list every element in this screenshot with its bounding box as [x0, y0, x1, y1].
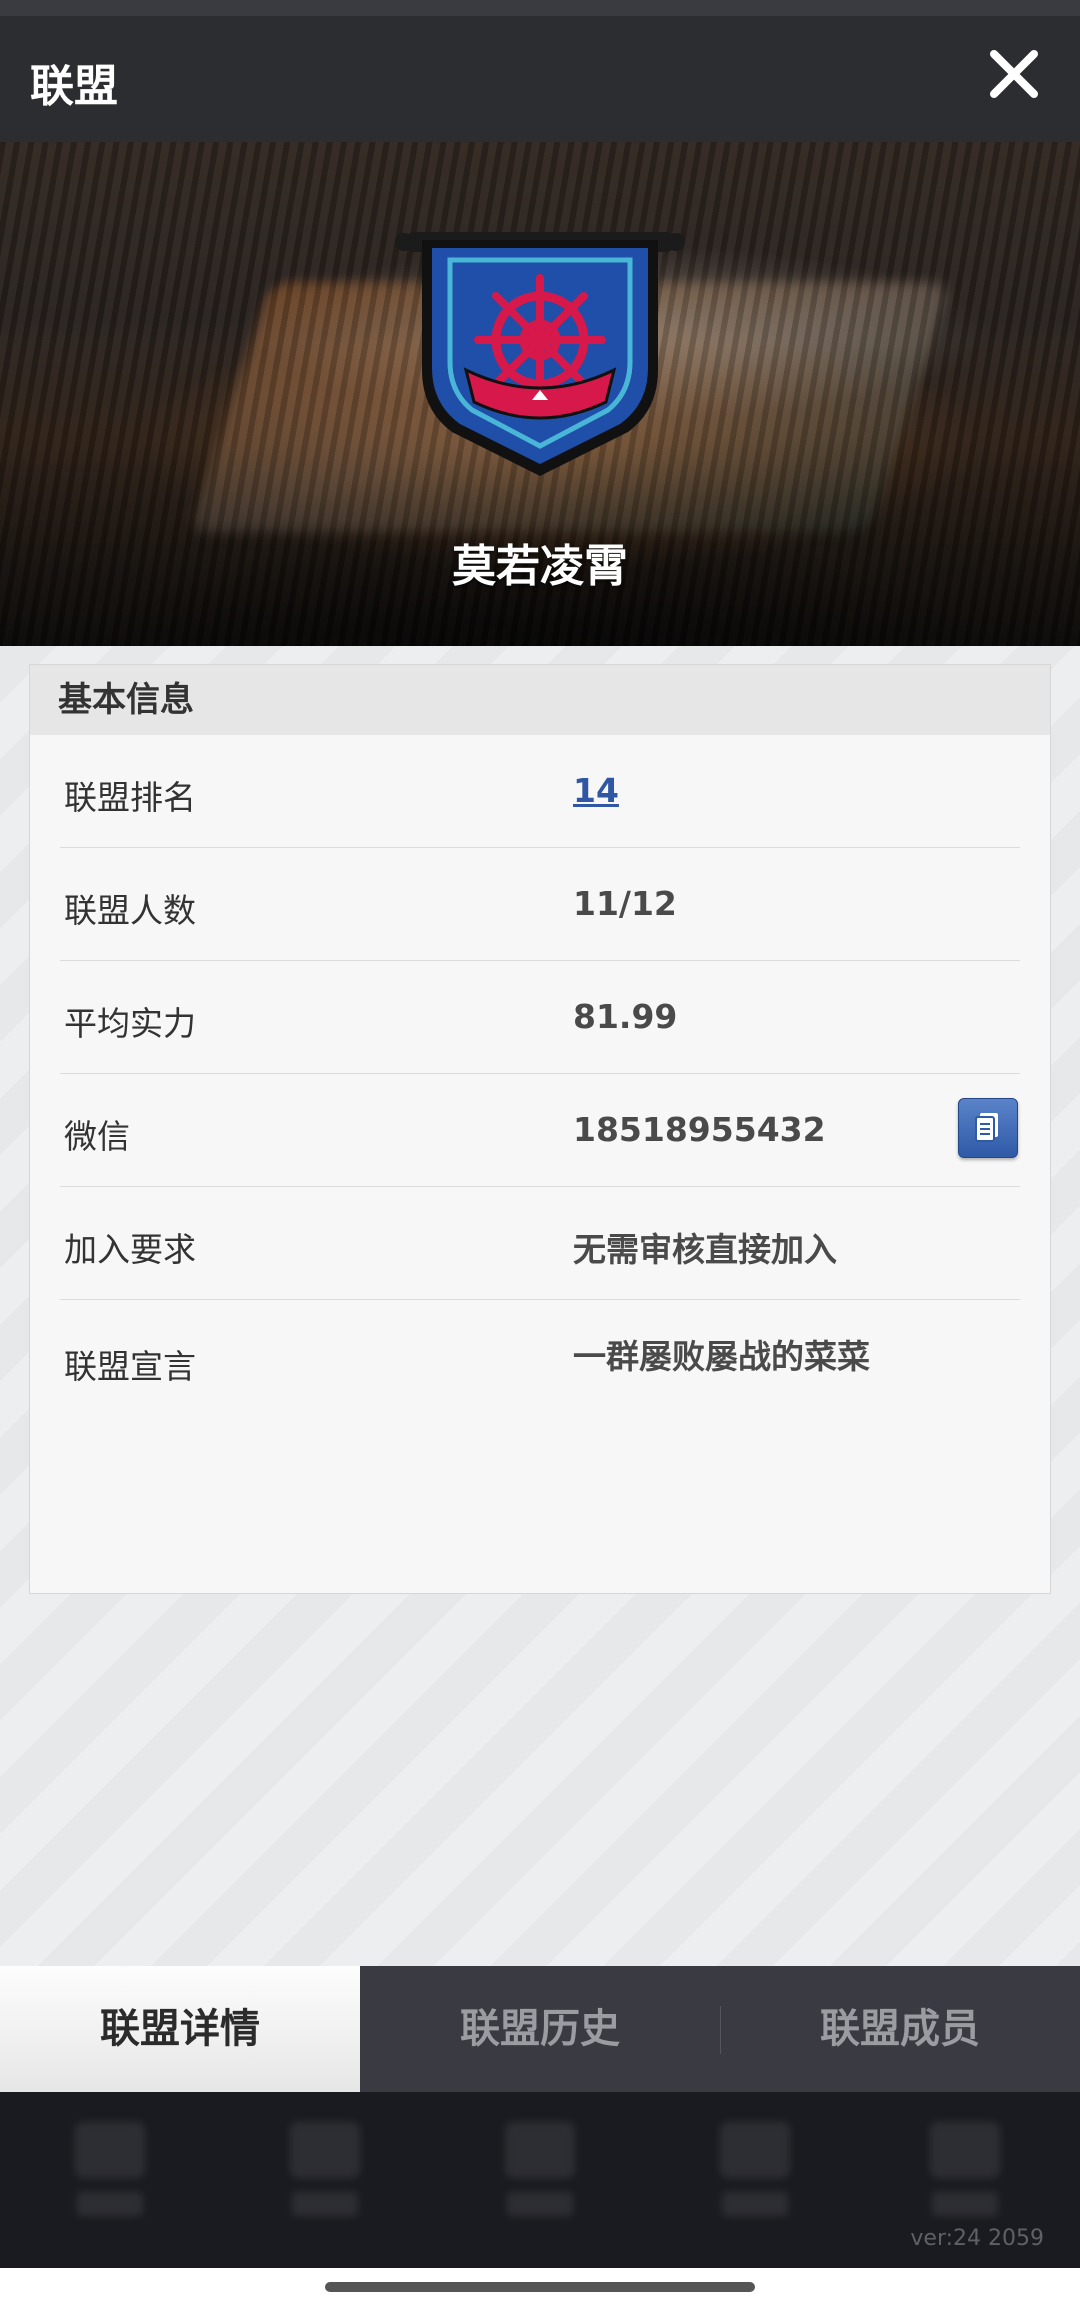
nav-ghost-5	[925, 2122, 1005, 2222]
info-row-power: 平均实力 81.99	[60, 961, 1020, 1074]
members-value: 11/12	[573, 884, 677, 923]
system-home-area	[0, 2268, 1080, 2312]
card-title: 基本信息	[30, 665, 1050, 735]
join-requirement-value: 无需审核直接加入	[573, 1230, 837, 1269]
alliance-name: 莫若凌霄	[452, 541, 628, 592]
info-row-members: 联盟人数 11/12	[60, 848, 1020, 961]
page-title: 联盟	[30, 61, 118, 112]
declaration-label: 联盟宣言	[64, 1347, 196, 1386]
rank-link[interactable]: 14	[573, 771, 619, 810]
copy-button[interactable]	[958, 1098, 1018, 1158]
nav-ghost-3	[500, 2122, 580, 2222]
members-label: 联盟人数	[64, 891, 196, 930]
bottom-nav-obscured: ver:24 2059	[0, 2092, 1080, 2268]
declaration-value: 一群屡败屡战的菜菜	[573, 1337, 870, 1376]
wechat-label: 微信	[64, 1117, 130, 1156]
version-label: ver:24 2059	[910, 2226, 1044, 2251]
info-row-declaration: 联盟宣言 一群屡败屡战的菜菜	[60, 1300, 1020, 1412]
status-bar	[0, 0, 1080, 16]
power-label: 平均实力	[64, 1004, 196, 1043]
tab-bar: 联盟详情 联盟历史 联盟成员	[0, 1966, 1080, 2092]
alliance-banner: 莫若凌霄	[0, 142, 1080, 646]
join-requirement-label: 加入要求	[64, 1230, 196, 1269]
wechat-value: 18518955432	[573, 1110, 826, 1149]
nav-ghost-1	[70, 2122, 150, 2222]
basic-info-card: 基本信息 联盟排名 14 联盟人数 11/12 平均实力 81.99 微信 18…	[29, 664, 1051, 1594]
info-row-wechat: 微信 18518955432	[60, 1074, 1020, 1187]
tab-alliance-members[interactable]: 联盟成员	[720, 1966, 1080, 2092]
rank-label: 联盟排名	[64, 778, 196, 817]
copy-icon	[975, 1113, 998, 1142]
app-header: 联盟	[0, 16, 1080, 142]
info-row-rank: 联盟排名 14	[60, 735, 1020, 848]
home-indicator[interactable]	[325, 2282, 755, 2292]
alliance-emblem-icon	[395, 232, 685, 476]
info-row-join-requirement: 加入要求 无需审核直接加入	[60, 1187, 1020, 1300]
nav-ghost-2	[285, 2122, 365, 2222]
tab-alliance-details[interactable]: 联盟详情	[0, 1966, 360, 2092]
tab-alliance-history[interactable]: 联盟历史	[360, 1966, 720, 2092]
nav-ghost-4	[715, 2122, 795, 2222]
power-value: 81.99	[573, 997, 678, 1036]
close-icon[interactable]	[986, 46, 1042, 102]
